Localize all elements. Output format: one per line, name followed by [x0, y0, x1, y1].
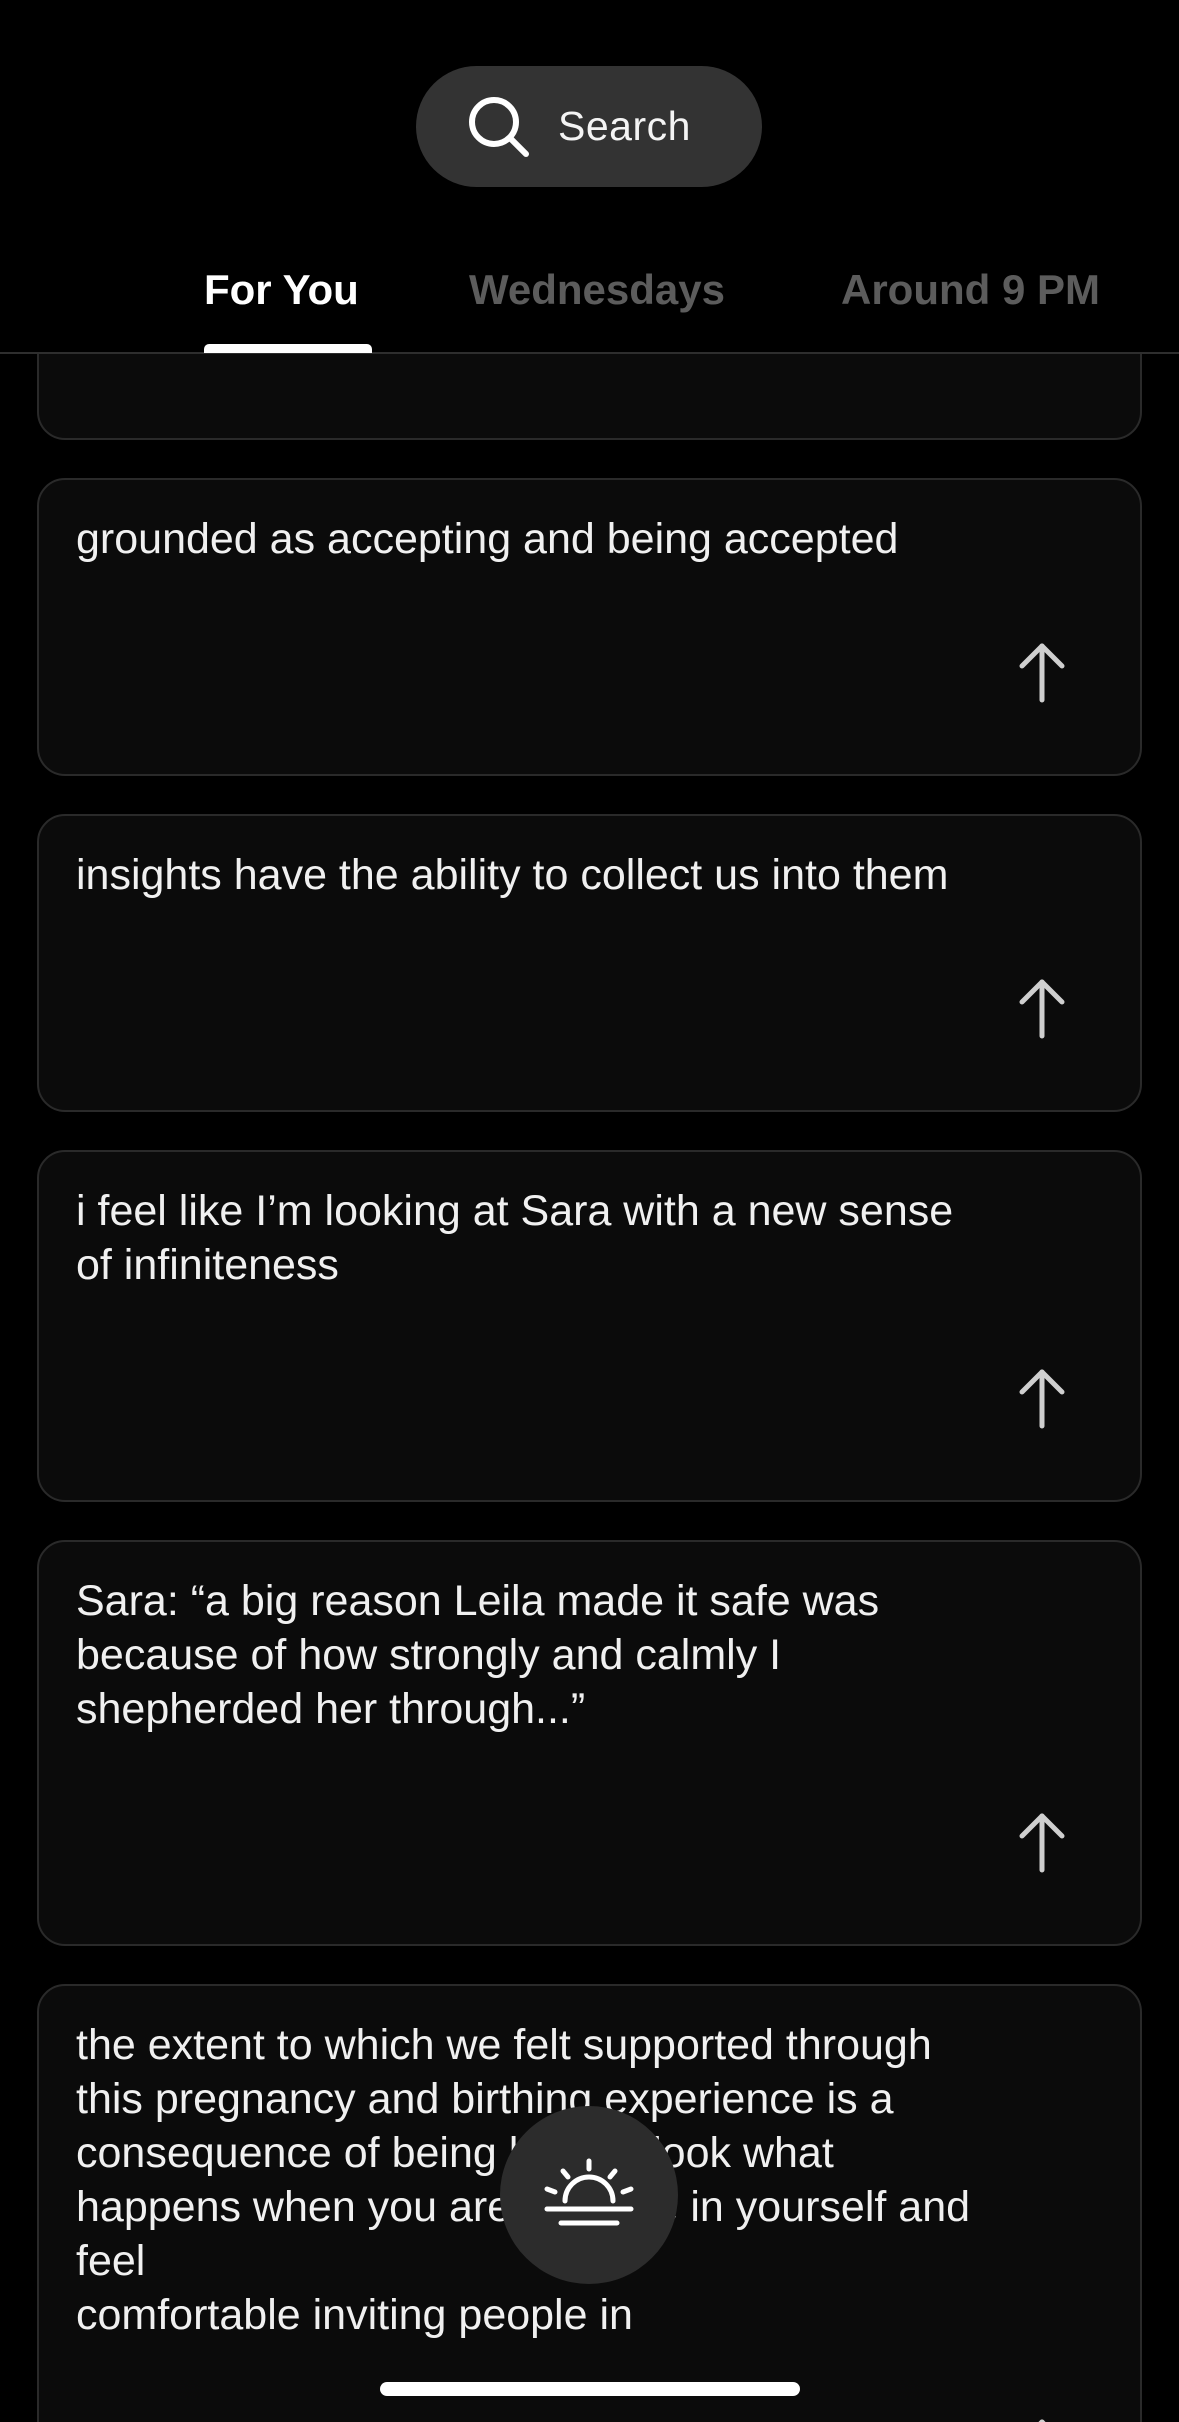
tab-wednesdays[interactable]: Wednesdays: [469, 266, 725, 314]
entry-card[interactable]: i feel like I’m looking at Sara with a n…: [37, 1150, 1142, 1502]
arrow-up-icon: [1019, 979, 1065, 1039]
share-button[interactable]: [1014, 976, 1070, 1040]
arrow-up-icon: [1019, 643, 1065, 703]
share-button[interactable]: [1014, 1366, 1070, 1430]
active-tab-indicator: [204, 344, 372, 353]
entry-card[interactable]: grounded as accepting and being accepted: [37, 478, 1142, 776]
arrow-up-icon: [1019, 1813, 1065, 1873]
share-button[interactable]: [1014, 2416, 1070, 2422]
arrow-up-icon: [1038, 2419, 1046, 2422]
entry-text: insights have the ability to collect us …: [76, 851, 949, 899]
tab-for-you[interactable]: For You: [204, 266, 359, 314]
arrow-up-icon: [1019, 1369, 1065, 1429]
entry-text: i feel like I’m looking at Sara with a n…: [76, 1187, 954, 1289]
tab-around-9-pm[interactable]: Around 9 PM: [841, 266, 1100, 314]
share-button[interactable]: [1014, 640, 1070, 704]
tab-bar: For You Wednesdays Around 9 PM: [0, 250, 1179, 354]
share-button[interactable]: [1014, 1810, 1070, 1874]
home-indicator[interactable]: [380, 2382, 800, 2396]
entry-text: Sara: “a big reason Leila made it safe w…: [76, 1577, 880, 1733]
search-label: Search: [558, 103, 691, 149]
search-icon: [469, 96, 529, 157]
entry-card[interactable]: Sara: “a big reason Leila made it safe w…: [37, 1540, 1142, 1946]
sunrise-button[interactable]: [500, 2106, 678, 2284]
entry-card[interactable]: [37, 354, 1142, 440]
entry-text: grounded as accepting and being accepted: [76, 515, 899, 563]
entry-card[interactable]: insights have the ability to collect us …: [37, 814, 1142, 1112]
sunrise-icon: [544, 2158, 634, 2226]
search-button[interactable]: Search: [416, 66, 762, 187]
